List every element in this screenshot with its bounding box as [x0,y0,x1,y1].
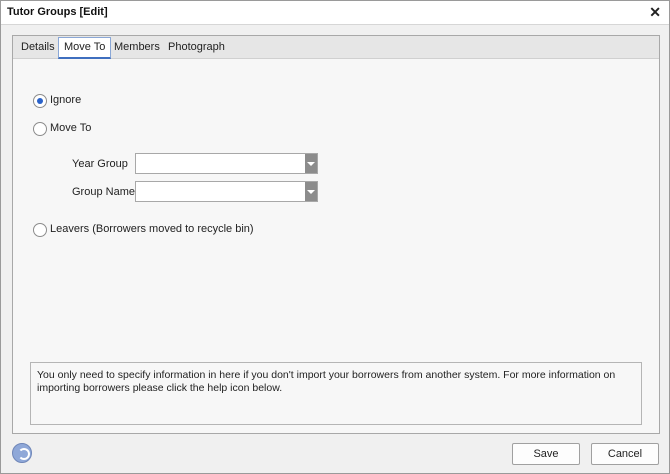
title-bar: Tutor Groups [Edit] ✕ [1,1,669,25]
move-to-label: Move To [50,122,92,134]
info-box: You only need to specify information in … [30,362,642,425]
help-icon[interactable] [12,443,32,463]
tab-strip: Details Move To Members Photograph [13,36,659,59]
tab-photograph[interactable]: Photograph [163,38,230,58]
dialog-window: Tutor Groups [Edit] ✕ Details Move To Me… [0,0,670,474]
save-button[interactable]: Save [512,443,580,465]
tab-members[interactable]: Members [109,38,165,58]
close-icon[interactable]: ✕ [649,4,661,21]
leavers-radio[interactable] [33,223,47,237]
year-group-label: Year Group [72,158,128,170]
move-to-radio[interactable] [33,122,47,136]
group-name-dropdown[interactable] [135,181,318,202]
group-name-label: Group Name [72,186,135,198]
leavers-label: Leavers (Borrowers moved to recycle bin) [50,223,254,235]
tab-panel: Details Move To Members Photograph Ignor… [12,35,660,434]
year-group-dropdown[interactable] [135,153,318,174]
chevron-down-icon[interactable] [305,182,317,201]
chevron-down-icon[interactable] [305,154,317,173]
cancel-button[interactable]: Cancel [591,443,659,465]
ignore-radio[interactable] [33,94,47,108]
window-title: Tutor Groups [Edit] [7,6,108,18]
tab-details[interactable]: Details [16,38,60,58]
tab-move-to[interactable]: Move To [58,37,112,59]
ignore-label: Ignore [50,94,82,106]
